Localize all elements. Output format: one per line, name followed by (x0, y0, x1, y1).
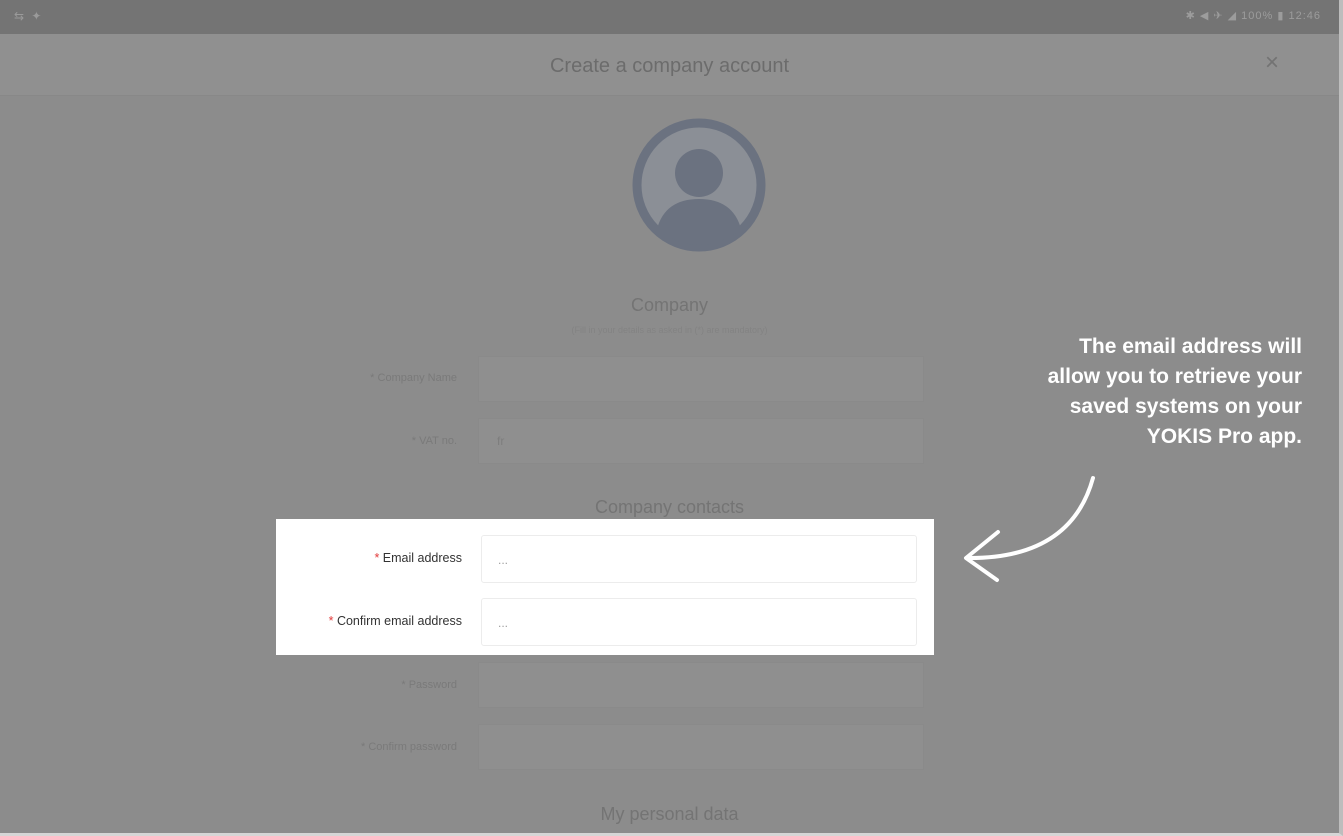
email-field-value: ... (498, 553, 509, 567)
vat-value: fr (497, 434, 505, 448)
email-fields-highlight: * Email address ... * Confirm email addr… (276, 519, 934, 655)
email-label: * Email address (242, 551, 462, 565)
callout-line-3: saved systems on your (1069, 395, 1302, 418)
app-screen: ⇆ ✦ ✱ ◀ ✈ ◢ 100% ▮ 12:46 Create a compan… (0, 0, 1343, 836)
section-heading-contacts: Company contacts (594, 497, 745, 517)
callout-line-1: The email address will (1079, 335, 1302, 358)
email-label-text: Email address (379, 551, 462, 565)
callout-text: The email address will allow you to retr… (930, 332, 1302, 452)
status-bar-left-icons: ⇆ ✦ (14, 9, 44, 23)
app-bar: Create a company account × (0, 34, 1339, 96)
confirm-password-input[interactable] (478, 724, 924, 770)
callout-line-2: allow you to retrieve your (1047, 365, 1302, 388)
confirm-email-label-text: Confirm email address (333, 614, 462, 628)
callout-line-4: YOKIS Pro app. (1146, 425, 1302, 448)
confirm-email-field[interactable]: ... (481, 598, 917, 646)
page-title: Create a company account (549, 55, 790, 77)
email-field[interactable]: ... (481, 535, 917, 583)
password-label: * Password (401, 679, 457, 691)
curved-arrow-icon (964, 476, 1095, 582)
section-heading-company: Company (630, 295, 709, 315)
confirm-password-label: * Confirm password (361, 741, 457, 753)
company-name-label: * Company Name (370, 372, 457, 384)
section-heading-personal: My personal data (600, 804, 739, 824)
company-name-input[interactable] (478, 356, 924, 402)
avatar-icon[interactable] (631, 117, 767, 253)
password-input[interactable] (478, 662, 924, 708)
confirm-email-label: * Confirm email address (242, 614, 462, 628)
close-icon[interactable]: × (1257, 48, 1287, 78)
status-bar: ⇆ ✦ ✱ ◀ ✈ ◢ 100% ▮ 12:46 (0, 0, 1339, 34)
status-bar-right-icons: ✱ ◀ ✈ ◢ 100% ▮ 12:46 (1185, 10, 1321, 22)
vat-label: * VAT no. (411, 435, 457, 447)
confirm-email-field-value: ... (498, 616, 509, 630)
vat-input[interactable]: fr (478, 418, 924, 464)
